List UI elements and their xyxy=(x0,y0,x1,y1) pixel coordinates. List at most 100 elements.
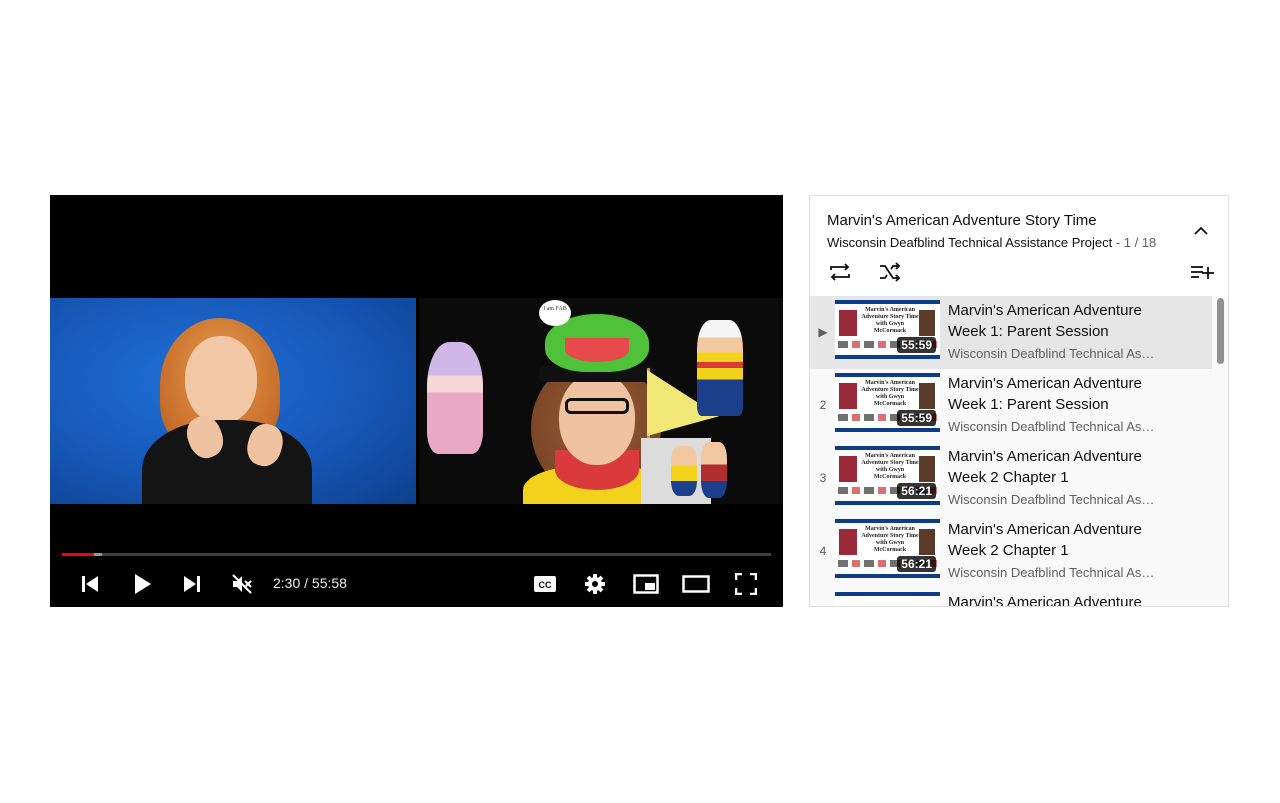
time-display: 2:30 / 55:58 xyxy=(273,560,347,607)
thumbnail-graphic xyxy=(839,529,857,555)
previous-button[interactable] xyxy=(76,560,104,607)
thumbnail-graphic xyxy=(835,355,940,359)
miniplayer-button[interactable] xyxy=(632,560,660,607)
theater-mode-button[interactable] xyxy=(682,560,710,607)
playlist-channel[interactable]: Wisconsin Deafblind Technical Assistance… xyxy=(827,235,1112,250)
play-icon xyxy=(135,573,151,594)
playlist-add-icon xyxy=(1191,266,1214,279)
thumbnail-graphic xyxy=(835,519,940,523)
playlist-scrollbar[interactable] xyxy=(1217,298,1224,364)
save-playlist-button[interactable] xyxy=(1188,258,1216,286)
video-duration: 56:21 xyxy=(897,483,936,499)
paper-puppet-sailor xyxy=(697,320,743,416)
playlist-item-1[interactable]: ▶ Marvin's American Adventure Story Time… xyxy=(810,296,1212,369)
video-title-line: Marvin's American Adventure xyxy=(948,521,1142,538)
video-title-line: Week 2 Chapter 1 xyxy=(948,542,1069,559)
now-playing-indicator: ▶ xyxy=(818,325,828,339)
video-title-line: Marvin's American Adventure xyxy=(948,302,1142,319)
paper-puppet-grandma xyxy=(427,342,483,454)
progress-bar[interactable] xyxy=(62,553,771,556)
playlist-position: - 1 / 18 xyxy=(1115,235,1157,250)
volume-muted-icon xyxy=(232,573,252,594)
video-title[interactable]: Marvin's American Adventure Week 2 Chapte… xyxy=(948,519,1168,561)
playlist-item-5[interactable]: Marvin's American Adventure xyxy=(810,588,1212,607)
next-button[interactable] xyxy=(178,560,206,607)
item-index: 3 xyxy=(819,471,827,485)
thumbnail-graphic xyxy=(919,456,935,482)
thumbnail-graphic xyxy=(839,383,857,409)
thumbnail-graphic xyxy=(839,310,857,336)
thumbnail-graphic xyxy=(835,300,940,304)
settings-button[interactable] xyxy=(582,560,608,607)
skip-next-icon xyxy=(184,575,200,592)
interpreter-face xyxy=(185,336,257,424)
video-duration: 55:59 xyxy=(897,337,936,353)
time-separator: / xyxy=(300,575,312,591)
thumbnail-graphic xyxy=(835,446,940,450)
storyteller-face xyxy=(559,373,635,465)
collapse-playlist-button[interactable] xyxy=(1190,220,1212,242)
doll-figure xyxy=(671,446,697,496)
playlist-item-3[interactable]: 3 Marvin's American Adventure Story Time… xyxy=(810,442,1212,515)
miniplayer-icon xyxy=(633,573,659,594)
playlist-title[interactable]: Marvin's American Adventure Story Time xyxy=(827,212,1097,229)
progress-played xyxy=(62,553,94,556)
video-title-line: Marvin's American Adventure xyxy=(948,375,1142,392)
skip-previous-icon xyxy=(82,575,98,592)
thumbnail-graphic xyxy=(835,373,940,377)
video-duration: 56:21 xyxy=(897,556,936,572)
item-index: 2 xyxy=(819,398,827,412)
shuffle-playlist-button[interactable] xyxy=(876,258,904,286)
play-button[interactable] xyxy=(128,560,156,607)
thumbnail-graphic xyxy=(919,310,935,336)
video-thumbnail[interactable]: Marvin's American Adventure Story Time w… xyxy=(835,446,940,505)
svg-text:CC: CC xyxy=(539,580,552,590)
fullscreen-button[interactable] xyxy=(732,560,760,607)
loop-playlist-button[interactable] xyxy=(826,258,854,286)
video-title[interactable]: Marvin's American Adventure xyxy=(948,592,1168,607)
captions-button[interactable]: CC xyxy=(532,560,558,607)
playlist-item-2[interactable]: 2 Marvin's American Adventure Story Time… xyxy=(810,369,1212,442)
sign-language-interpreter-video xyxy=(50,298,416,504)
video-channel[interactable]: Wisconsin Deafblind Technical Ass... xyxy=(948,419,1158,434)
video-thumbnail[interactable]: Marvin's American Adventure Story Time w… xyxy=(835,373,940,432)
theater-mode-icon xyxy=(682,574,710,593)
total-duration: 55:58 xyxy=(311,575,347,591)
item-index: 4 xyxy=(819,544,827,558)
chevron-up-icon xyxy=(1194,226,1208,235)
repeat-icon xyxy=(830,263,850,281)
video-thumbnail[interactable]: Marvin's American Adventure Story Time w… xyxy=(835,300,940,359)
thumbnail-graphic xyxy=(835,428,940,432)
thumbnail-graphic xyxy=(835,574,940,578)
thumbnail-graphic xyxy=(839,456,857,482)
mute-button[interactable] xyxy=(228,560,256,607)
video-title-line: Marvin's American Adventure xyxy=(948,448,1142,465)
fullscreen-icon xyxy=(735,572,757,595)
player-controls: 2:30 / 55:58 CC xyxy=(50,560,783,607)
video-channel[interactable]: Wisconsin Deafblind Technical Ass... xyxy=(948,565,1158,580)
video-thumbnail[interactable] xyxy=(835,592,940,606)
video-frame[interactable]: I am FAB xyxy=(50,298,783,504)
video-title-line: Marvin's American Adventure xyxy=(948,594,1142,607)
video-title-line: Week 1: Parent Session xyxy=(948,396,1109,413)
playlist-item-4[interactable]: 4 Marvin's American Adventure Story Time… xyxy=(810,515,1212,588)
thumbnail-graphic xyxy=(919,529,935,555)
frog-hat-mouth xyxy=(565,338,629,362)
interpreter-body xyxy=(142,420,312,504)
video-thumbnail[interactable]: Marvin's American Adventure Story Time w… xyxy=(835,519,940,578)
thumbnail-caption: Marvin's American Adventure Story Time w… xyxy=(861,380,919,407)
thumbnail-graphic xyxy=(919,383,935,409)
video-player[interactable]: I am FAB 2:30 / 55:58 CC xyxy=(50,195,783,607)
video-title[interactable]: Marvin's American Adventure Week 1: Paren… xyxy=(948,373,1168,415)
playlist-panel: Marvin's American Adventure Story Time W… xyxy=(809,195,1229,607)
current-time: 2:30 xyxy=(273,575,301,591)
playlist-items[interactable]: ▶ Marvin's American Adventure Story Time… xyxy=(810,296,1228,607)
video-title[interactable]: Marvin's American Adventure Week 2 Chapte… xyxy=(948,446,1168,488)
thumbnail-graphic xyxy=(835,501,940,505)
playlist-subtitle: Wisconsin Deafblind Technical Assistance… xyxy=(827,235,1156,250)
video-channel[interactable]: Wisconsin Deafblind Technical Ass... xyxy=(948,346,1158,361)
thumbnail-caption: Marvin's American Adventure Story Time w… xyxy=(861,526,919,553)
video-duration: 55:59 xyxy=(897,410,936,426)
video-channel[interactable]: Wisconsin Deafblind Technical Ass... xyxy=(948,492,1158,507)
video-title[interactable]: Marvin's American Adventure Week 1: Paren… xyxy=(948,300,1168,342)
